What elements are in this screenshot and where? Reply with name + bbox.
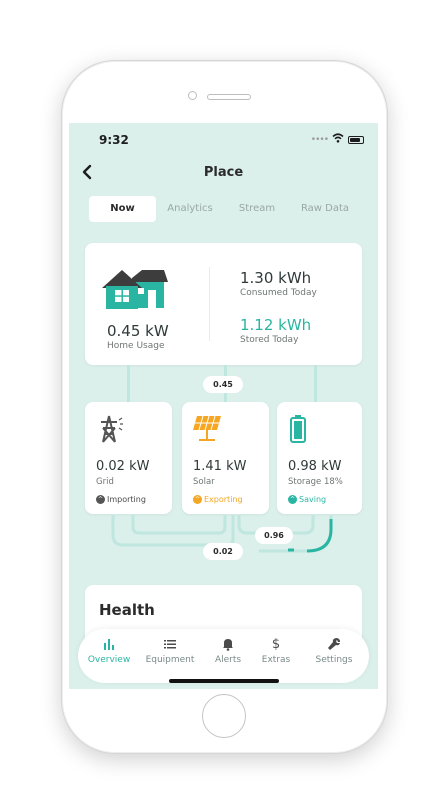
dollar-icon: $ xyxy=(271,637,281,652)
flow-lines xyxy=(109,515,339,569)
grid-value: 0.02 kW xyxy=(96,459,150,474)
storage-status: ^ Saving xyxy=(288,495,326,504)
storage-status-label: Saving xyxy=(299,495,327,504)
nav-equipment[interactable]: Equipment xyxy=(140,637,200,665)
solar-label: Solar xyxy=(193,477,215,487)
status-time: 9:32 xyxy=(99,133,129,147)
solar-card[interactable]: 1.41 kW Solar ^ Exporting xyxy=(182,402,269,514)
consumed-label: Consumed Today xyxy=(240,288,317,298)
summary-card: 0.45 kW Home Usage 1.30 kWh Consumed Tod… xyxy=(85,243,362,365)
grid-status-label: Importing xyxy=(107,495,146,504)
nav-overview[interactable]: Overview xyxy=(81,637,137,665)
page-title: Place xyxy=(203,165,244,180)
grid-label: Grid xyxy=(96,477,114,487)
storage-value: 0.98 kW xyxy=(288,459,342,474)
home-button[interactable] xyxy=(202,694,246,738)
solar-status-label: Exporting xyxy=(204,495,243,504)
tab-stream[interactable]: Stream xyxy=(227,196,287,222)
bell-icon xyxy=(207,637,249,653)
bottom-nav: Overview Equipment Alerts $ Extras Setti… xyxy=(78,629,369,683)
nav-extras-label: Extras xyxy=(261,655,291,665)
storage-label: Storage 18% xyxy=(288,477,343,487)
nav-alerts[interactable]: Alerts xyxy=(207,637,249,665)
speaker-grille xyxy=(207,94,251,100)
nav-equipment-label: Equipment xyxy=(145,655,195,665)
home-usage-value: 0.45 kW xyxy=(107,322,169,340)
house-icon xyxy=(102,268,168,314)
grid-status: ^ Importing xyxy=(96,495,146,504)
flow-right-pill: 0.96 xyxy=(255,527,293,544)
bar-chart-icon xyxy=(81,637,137,653)
status-icons: •••• xyxy=(311,133,364,146)
app-screen: 9:32 •••• Place Now Analytics Stream Raw… xyxy=(69,123,378,689)
grid-card[interactable]: 0.02 kW Grid ^ Importing xyxy=(85,402,172,514)
nav-overview-label: Overview xyxy=(87,655,131,665)
storage-card[interactable]: 0.98 kW Storage 18% ^ Saving xyxy=(277,402,362,514)
tab-raw-data[interactable]: Raw Data xyxy=(293,196,357,222)
divider xyxy=(209,267,210,341)
chevron-up-icon: ^ xyxy=(288,495,297,504)
nav-alerts-label: Alerts xyxy=(214,655,242,665)
battery-storage-icon xyxy=(289,414,309,448)
flow-bottom-pill: 0.02 xyxy=(203,543,243,560)
wrench-icon xyxy=(306,637,362,653)
solar-status: ^ Exporting xyxy=(193,495,243,504)
power-tower-icon xyxy=(95,414,125,448)
home-indicator xyxy=(169,679,279,683)
tab-analytics[interactable]: Analytics xyxy=(158,196,222,222)
connector-grid-line xyxy=(127,365,130,403)
solar-panel-icon xyxy=(191,414,223,448)
connector-storage-line xyxy=(314,365,317,403)
wifi-icon xyxy=(332,133,344,146)
nav-settings[interactable]: Settings xyxy=(306,637,362,665)
solar-value: 1.41 kW xyxy=(193,459,247,474)
health-title: Health xyxy=(99,601,155,619)
consumed-value: 1.30 kWh xyxy=(240,269,312,287)
list-icon xyxy=(140,637,200,653)
flow-top-pill: 0.45 xyxy=(203,376,243,393)
stored-value: 1.12 kWh xyxy=(240,316,312,334)
signal-icon: •••• xyxy=(310,134,329,145)
tab-now[interactable]: Now xyxy=(89,196,156,222)
camera-icon xyxy=(188,91,197,100)
nav-extras[interactable]: $ Extras xyxy=(255,637,297,665)
chevron-up-icon: ^ xyxy=(193,495,202,504)
stored-label: Stored Today xyxy=(240,335,299,345)
home-usage-label: Home Usage xyxy=(107,341,165,351)
battery-icon xyxy=(348,135,364,144)
nav-settings-label: Settings xyxy=(315,655,353,665)
chevron-up-icon: ^ xyxy=(96,495,105,504)
